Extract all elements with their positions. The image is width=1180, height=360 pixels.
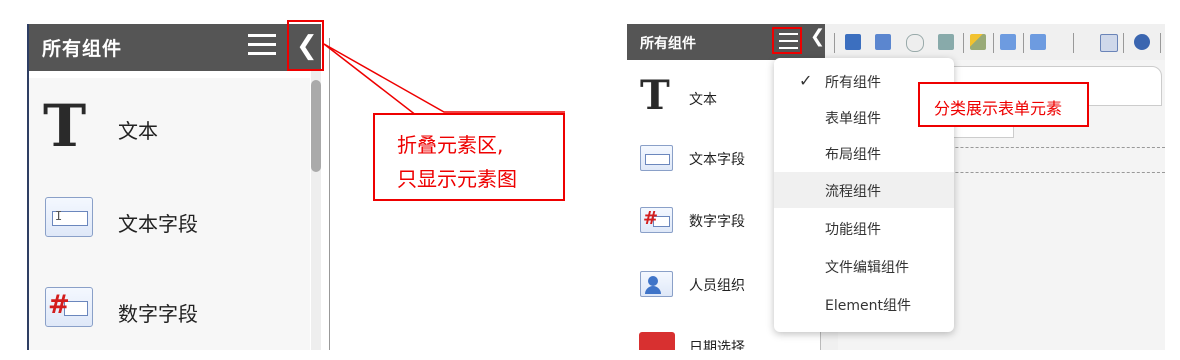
collapse-note-line1: 折叠元素区, xyxy=(397,133,504,157)
text-T-icon: T xyxy=(640,72,670,119)
dropdown-item[interactable]: 文件编辑组件 xyxy=(774,248,954,284)
help-icon[interactable] xyxy=(1134,34,1150,50)
right-panel-title: 所有组件 xyxy=(640,36,696,52)
toolbar-separator xyxy=(1160,33,1161,53)
check-icon: ✓ xyxy=(799,71,813,90)
list-item[interactable]: T 文本 xyxy=(627,72,777,122)
dropdown-item[interactable]: 布局组件 xyxy=(774,135,954,171)
toolbar-separator xyxy=(1023,33,1024,53)
list-item-label: 人员组织 xyxy=(689,278,745,294)
form-icon[interactable] xyxy=(1100,34,1118,52)
list-item[interactable]: 人员组织 xyxy=(627,264,777,304)
menu-highlight-box xyxy=(772,27,802,54)
category-note: 分类展示表单元素 xyxy=(918,82,1089,127)
list-item-label: 文本 xyxy=(689,92,717,108)
category-note-text: 分类展示表单元素 xyxy=(934,99,1063,118)
preview-icon[interactable] xyxy=(906,34,924,52)
toolbar-separator xyxy=(963,33,964,53)
dropdown-item[interactable]: 流程组件 xyxy=(774,172,954,208)
toolbar-separator xyxy=(834,33,835,53)
list-item-label: 数字字段 xyxy=(689,214,745,230)
wand-icon[interactable] xyxy=(970,34,986,50)
collapse-note-line2: 只显示元素图 xyxy=(397,167,517,191)
number-field-icon: # xyxy=(640,207,673,233)
dropdown-item[interactable]: 功能组件 xyxy=(774,210,954,246)
save-as-icon[interactable] xyxy=(875,34,891,50)
collapse-note: 折叠元素区, 只显示元素图 xyxy=(373,113,565,201)
save-icon[interactable] xyxy=(845,34,861,50)
import-icon[interactable] xyxy=(1000,34,1016,50)
dropdown-item[interactable]: Element组件 xyxy=(774,286,954,322)
person-org-icon xyxy=(640,271,673,297)
calendar-icon xyxy=(639,332,675,350)
list-item[interactable]: 文本字段 xyxy=(627,138,777,178)
list-item[interactable]: # 数字字段 xyxy=(627,200,777,240)
chevron-left-icon[interactable]: ❮ xyxy=(810,26,825,47)
print-icon[interactable] xyxy=(938,34,954,50)
toolbar-separator xyxy=(1073,33,1074,53)
list-item[interactable]: 日期选择 xyxy=(627,326,777,350)
toolbar-separator xyxy=(993,33,994,53)
toolbar-separator xyxy=(1123,33,1124,53)
list-item-label: 文本字段 xyxy=(689,152,745,168)
export-icon[interactable] xyxy=(1030,34,1046,50)
text-field-icon xyxy=(640,145,673,171)
list-item-label: 日期选择 xyxy=(689,340,745,350)
